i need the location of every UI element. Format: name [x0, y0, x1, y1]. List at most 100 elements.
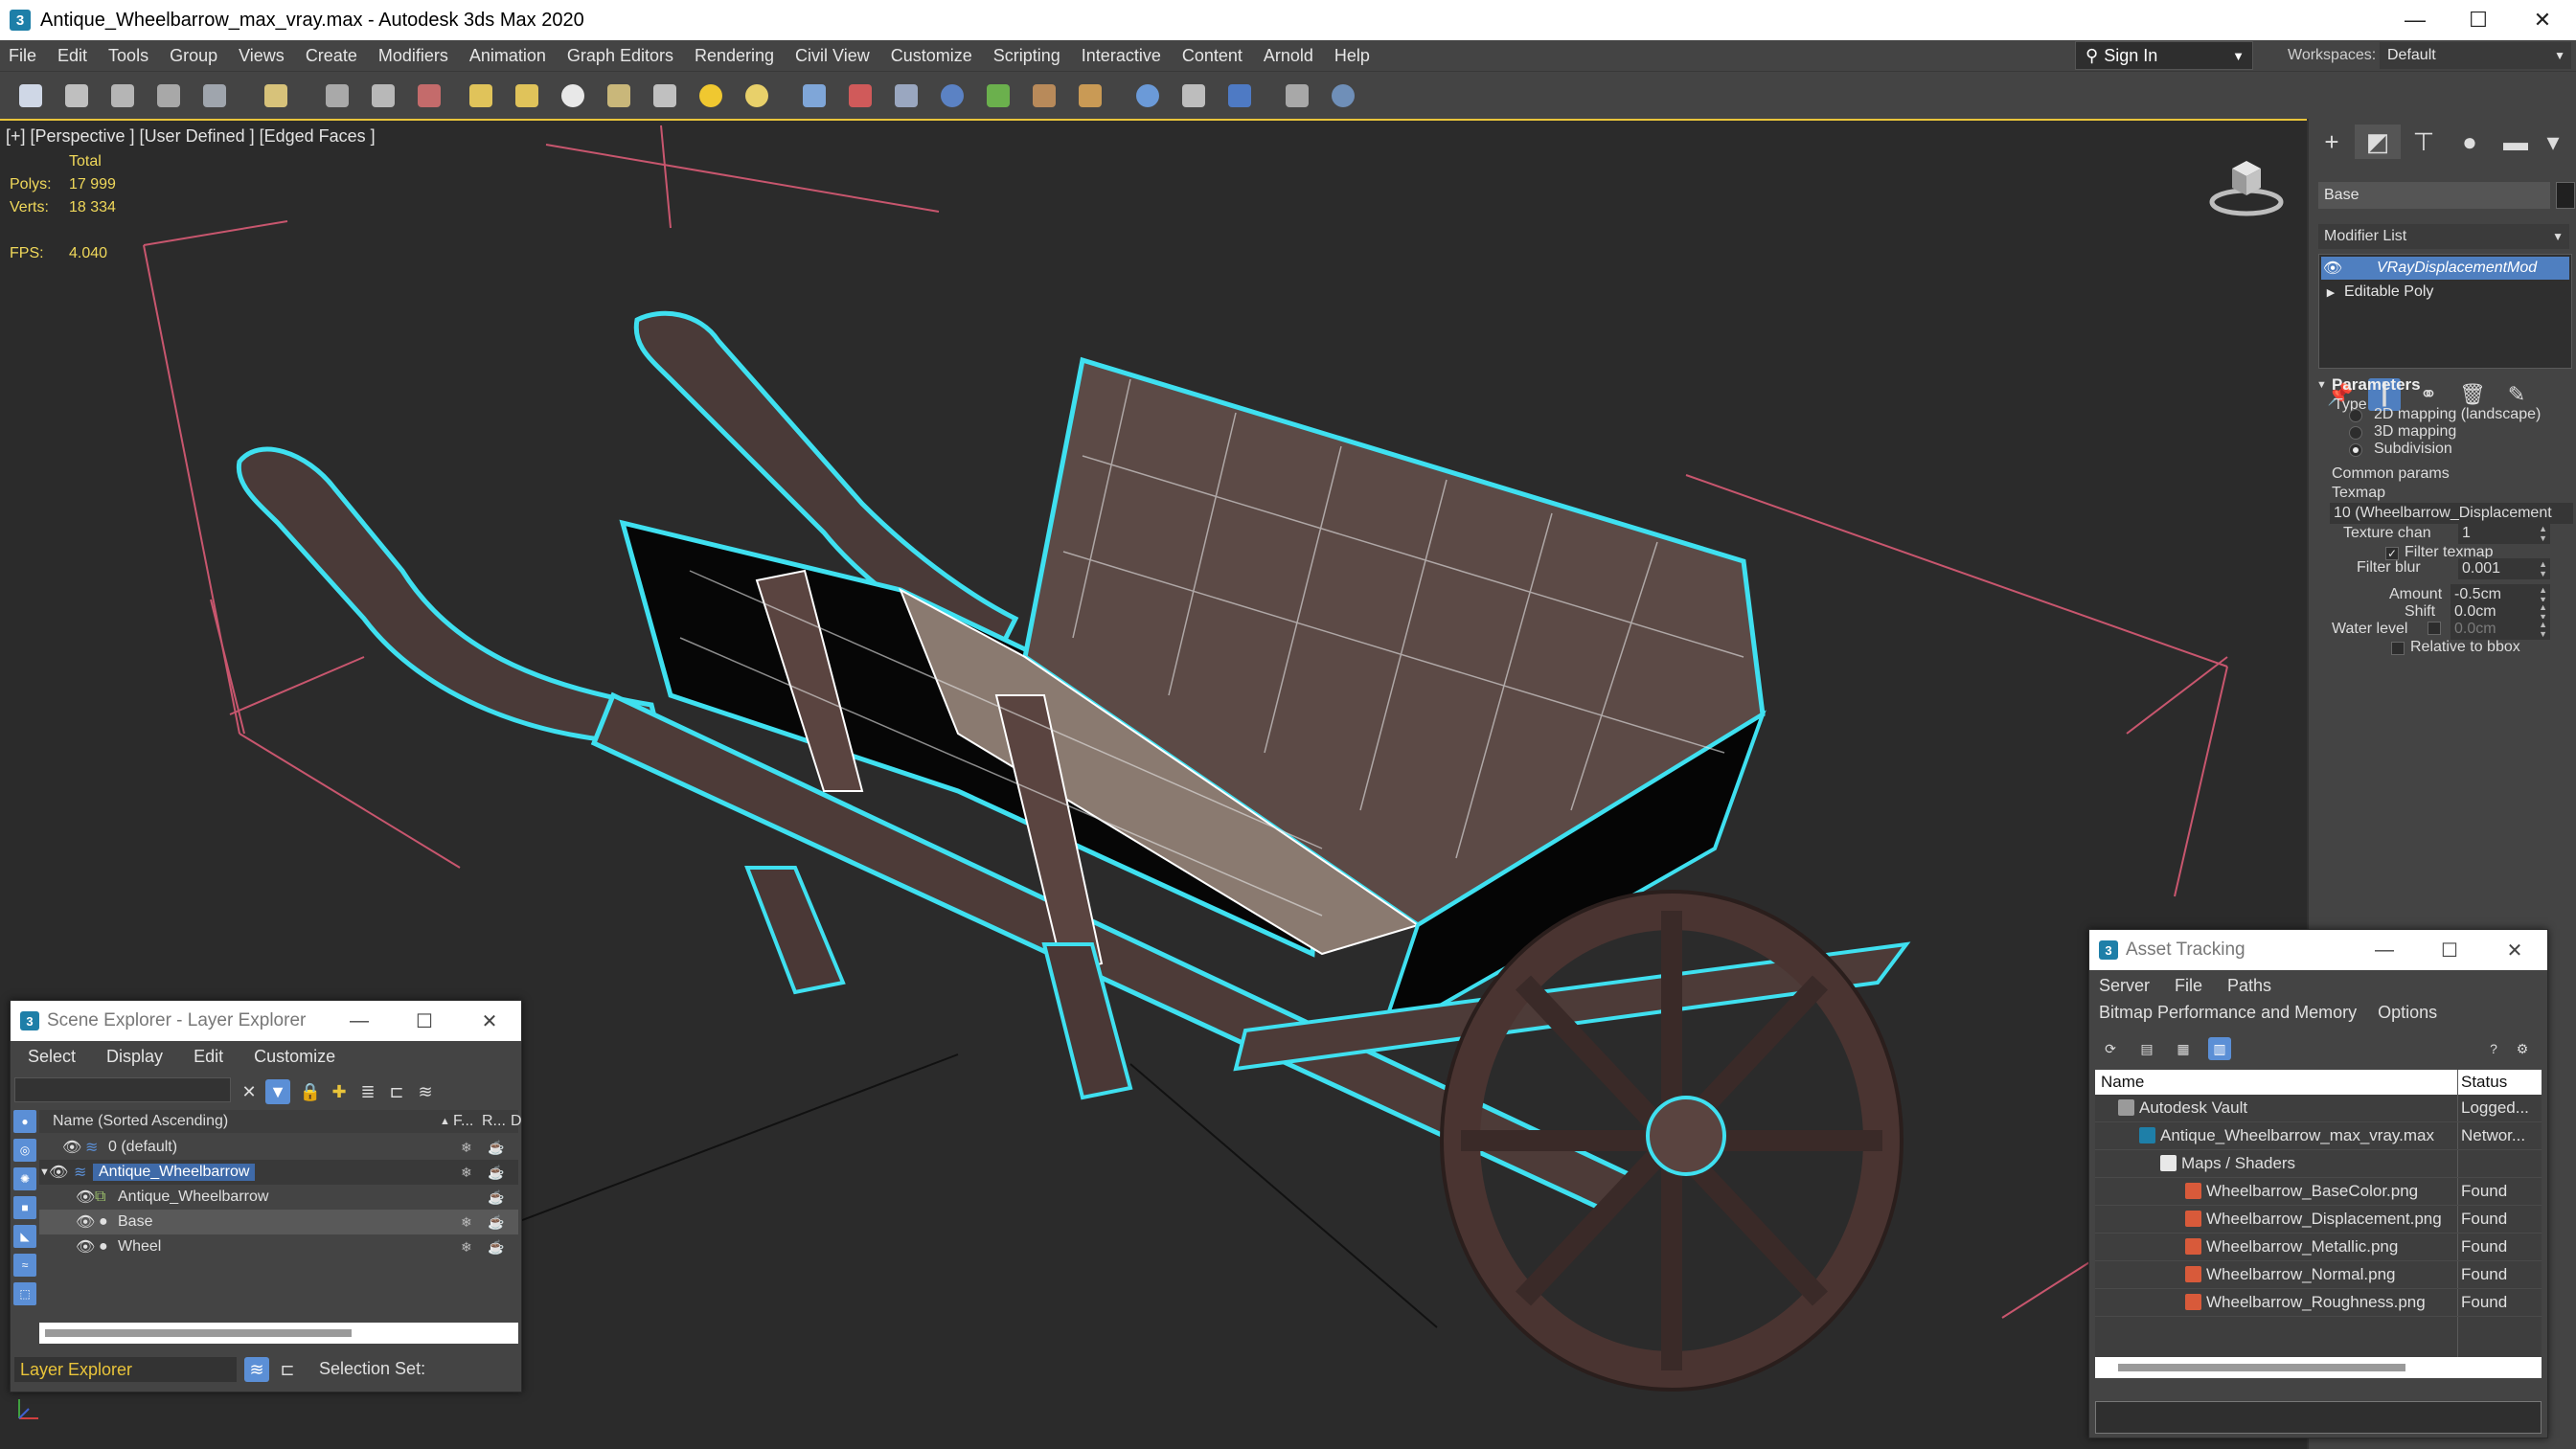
relative-bbox-checkbox[interactable]	[2391, 642, 2405, 655]
tree-row-base[interactable]: 👁 ● Base ❄ ☕	[39, 1210, 518, 1234]
menu-tools[interactable]: Tools	[100, 46, 161, 66]
asset-row-displacement[interactable]: Wheelbarrow_Displacement.png Found	[2095, 1206, 2542, 1234]
hierarchy-mode-icon[interactable]: ⊏	[275, 1357, 300, 1382]
eye-icon[interactable]: 👁	[76, 1237, 95, 1257]
asset-row-vault[interactable]: Autodesk Vault Logged...	[2095, 1095, 2542, 1122]
column-display[interactable]: D	[511, 1113, 522, 1130]
eye-icon[interactable]: 👁	[62, 1138, 81, 1157]
eye-icon[interactable]: 👁	[2321, 259, 2344, 278]
water-level-checkbox[interactable]	[2428, 622, 2441, 635]
utilities-tab-icon[interactable]: ▾	[2539, 125, 2567, 159]
layers-icon[interactable]	[1182, 84, 1205, 107]
render-icon[interactable]	[1228, 84, 1251, 107]
radio-2d-mapping[interactable]	[2349, 409, 2362, 422]
clear-search-icon[interactable]: ✕	[237, 1079, 262, 1104]
menu-rendering[interactable]: Rendering	[686, 46, 786, 66]
link-icon[interactable]	[111, 84, 134, 107]
filter-lights-icon[interactable]: ✺	[13, 1167, 36, 1190]
asset-row-basecolor[interactable]: Wheelbarrow_BaseColor.png Found	[2095, 1178, 2542, 1206]
tree-row-antique-wheelbarrow-layer[interactable]: ▼ 👁 ≋ Antique_Wheelbarrow ❄ ☕	[39, 1160, 518, 1185]
menu-edit[interactable]: Edit	[49, 46, 100, 66]
filter-blur-spinner[interactable]: 0.001 ▲ ▼	[2458, 558, 2550, 579]
viewcube-icon[interactable]	[2203, 149, 2290, 216]
filter-icon[interactable]: ▼	[265, 1079, 290, 1104]
hierarchy-icon[interactable]: ⊏	[384, 1079, 409, 1104]
eye-icon[interactable]: 👁	[76, 1212, 95, 1232]
menu-create[interactable]: Create	[297, 46, 370, 66]
pyramid-icon[interactable]	[653, 84, 676, 107]
workspace-select[interactable]: Default ▼	[2380, 42, 2571, 69]
column-render[interactable]: R...	[482, 1113, 506, 1130]
tree-view-icon[interactable]: ▥	[2208, 1037, 2231, 1060]
viewport-layout-icon[interactable]	[1286, 84, 1309, 107]
maximize-button[interactable]: ☐	[2445, 0, 2512, 40]
asset-row-normal[interactable]: Wheelbarrow_Normal.png Found	[2095, 1261, 2542, 1289]
spinner-arrows-icon[interactable]: ▲ ▼	[2539, 620, 2547, 639]
menu-group[interactable]: Group	[161, 46, 230, 66]
filter-shapes-icon[interactable]: ◎	[13, 1139, 36, 1162]
teapot-icon[interactable]: ☕	[488, 1214, 504, 1231]
help-icon[interactable]: ?	[2482, 1037, 2505, 1060]
minimize-button[interactable]: —	[327, 1001, 392, 1041]
water-level-spinner[interactable]: 0.0cm ▲ ▼	[2451, 619, 2550, 640]
add-to-layer-icon[interactable]: ≣	[355, 1079, 380, 1104]
tree-row-default-layer[interactable]: 👁 ≋ 0 (default) ❄ ☕	[39, 1135, 518, 1160]
motion-tab-icon[interactable]: ●	[2447, 125, 2493, 159]
filter-geometry-icon[interactable]: ●	[13, 1110, 36, 1133]
column-frozen[interactable]: F...	[453, 1113, 473, 1130]
object-color-swatch[interactable]	[2556, 182, 2575, 209]
minimize-button[interactable]: —	[2382, 0, 2449, 40]
asset-row-max-file[interactable]: Antique_Wheelbarrow_max_vray.max Networ.…	[2095, 1122, 2542, 1150]
filter-cameras-icon[interactable]: ■	[13, 1196, 36, 1219]
new-layer-icon[interactable]: ✚	[327, 1079, 352, 1104]
close-button[interactable]: ✕	[2509, 0, 2576, 40]
render-setup-icon[interactable]	[1033, 84, 1056, 107]
menu-views[interactable]: Views	[230, 46, 297, 66]
stack-item-vray-displacement[interactable]: 👁 VRayDisplacementMod	[2321, 257, 2569, 280]
parameters-rollout-title[interactable]: Parameters	[2332, 375, 2421, 395]
modify-tab-icon[interactable]: ◩	[2355, 125, 2401, 159]
viewport-label[interactable]: [+] [Perspective ] [User Defined ] [Edge…	[6, 126, 376, 147]
sphere-icon[interactable]	[561, 84, 584, 107]
menu-animation[interactable]: Animation	[461, 46, 559, 66]
teapot-icon[interactable]: ☕	[488, 1189, 504, 1206]
unlink-icon[interactable]	[157, 84, 180, 107]
maximize-button[interactable]: ☐	[392, 1001, 457, 1041]
box-icon[interactable]	[469, 84, 492, 107]
radio-subdivision[interactable]	[2349, 443, 2362, 457]
undo-icon[interactable]	[19, 84, 42, 107]
menu-graph-editors[interactable]: Graph Editors	[559, 46, 686, 66]
scene-explorer-title-bar[interactable]: 3 Scene Explorer - Layer Explorer — ☐ ✕	[11, 1001, 521, 1041]
se-menu-customize[interactable]: Customize	[237, 1047, 349, 1067]
at-menu-file[interactable]: File	[2175, 976, 2202, 996]
select-object-icon[interactable]	[264, 84, 287, 107]
lock-icon[interactable]: 🔒	[298, 1079, 323, 1104]
se-menu-select[interactable]: Select	[11, 1047, 89, 1067]
plant-icon[interactable]	[987, 84, 1010, 107]
layers-mode-icon[interactable]: ≋	[244, 1357, 269, 1382]
display-tab-icon[interactable]: ▬	[2493, 125, 2539, 159]
freeze-icon[interactable]: ❄	[461, 1239, 472, 1256]
create-tab-plus-icon[interactable]: +	[2309, 125, 2355, 159]
menu-help[interactable]: Help	[1326, 46, 1382, 66]
texmap-button[interactable]: 10 (Wheelbarrow_Displacement	[2330, 503, 2573, 524]
at-menu-server[interactable]: Server	[2099, 976, 2150, 996]
filter-texmap-checkbox[interactable]: ✓	[2385, 547, 2399, 560]
layers-icon[interactable]: ≋	[413, 1079, 438, 1104]
at-menu-bitmap-performance[interactable]: Bitmap Performance and Memory	[2099, 1003, 2357, 1023]
eye-icon[interactable]: 👁	[76, 1188, 95, 1207]
redo-icon[interactable]	[65, 84, 88, 107]
asset-row-maps-folder[interactable]: Maps / Shaders	[2095, 1150, 2542, 1178]
at-menu-paths[interactable]: Paths	[2227, 976, 2271, 996]
radio-3d-mapping[interactable]	[2349, 426, 2362, 440]
freeze-icon[interactable]: ❄	[461, 1165, 472, 1181]
render-frame-icon[interactable]	[1079, 84, 1102, 107]
se-menu-display[interactable]: Display	[89, 1047, 176, 1067]
menu-file[interactable]: File	[0, 46, 49, 66]
settings-icon[interactable]: ⚙	[2511, 1037, 2534, 1060]
rollout-collapse-icon[interactable]: ▼	[2316, 379, 2327, 391]
maximize-button[interactable]: ☐	[2417, 930, 2482, 970]
column-name[interactable]: Name (Sorted Ascending)	[53, 1113, 228, 1130]
menu-interactive[interactable]: Interactive	[1073, 46, 1174, 66]
sign-in-dropdown[interactable]: ⚲ Sign In ▼	[2075, 41, 2253, 70]
